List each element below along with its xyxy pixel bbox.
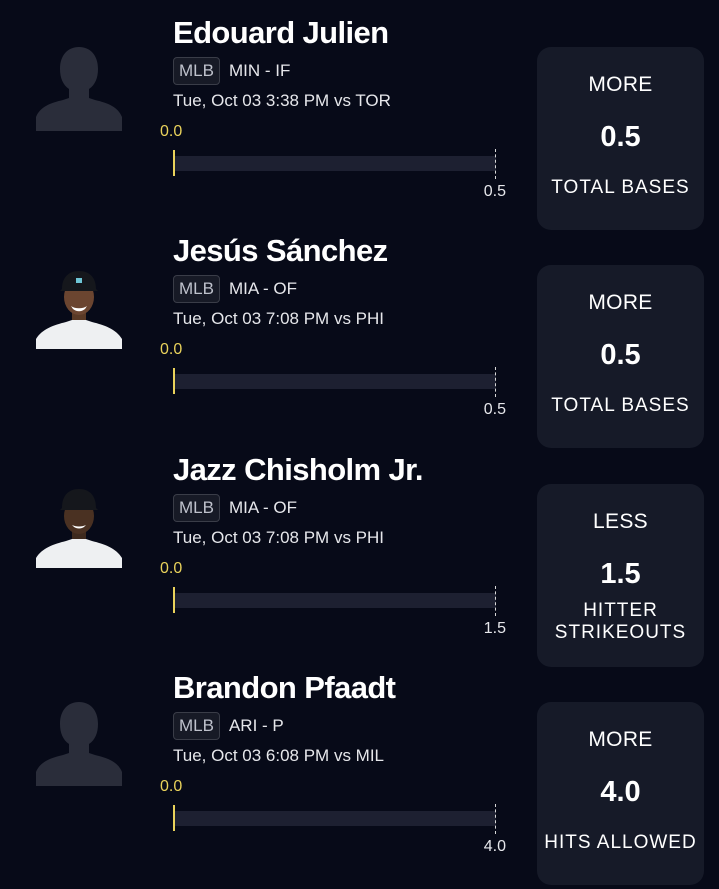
projection-card[interactable]: MORE 0.5 TOTAL BASES: [537, 47, 704, 230]
pick-row[interactable]: Edouard Julien MLB MIN - IF Tue, Oct 03 …: [0, 15, 719, 234]
pick-direction: MORE: [588, 291, 653, 314]
projection-line: 4.0: [600, 776, 641, 808]
league-badge: MLB: [173, 712, 220, 740]
progress-track: [173, 374, 496, 389]
line-threshold-label: 1.5: [483, 620, 506, 637]
line-threshold-marker: [495, 804, 496, 834]
current-stat-value: 0.0: [160, 778, 183, 795]
projection-line: 0.5: [600, 339, 641, 371]
progress-marker: [173, 587, 175, 613]
current-stat-value: 0.0: [160, 123, 183, 140]
player-silhouette-icon: [36, 45, 122, 131]
league-badge: MLB: [173, 57, 220, 85]
stat-type: TOTAL BASES: [537, 177, 704, 199]
stat-type-line1: HITTER: [583, 600, 658, 621]
stat-type: HITTER STRIKEOUTS: [537, 600, 704, 644]
team-position: MIA - OF: [228, 279, 297, 298]
projection-line: 1.5: [600, 558, 641, 590]
stat-type: TOTAL BASES: [537, 395, 704, 417]
pick-row[interactable]: Brandon Pfaadt MLB ARI - P Tue, Oct 03 6…: [0, 670, 719, 889]
player-meta: MLB MIN - IF: [173, 56, 290, 86]
line-threshold-marker: [495, 586, 496, 616]
pick-direction: MORE: [588, 73, 653, 96]
game-time: Tue, Oct 03 7:08 PM vs PHI: [173, 309, 385, 328]
progress-track: [173, 156, 496, 171]
game-time: Tue, Oct 03 6:08 PM vs MIL: [173, 746, 385, 765]
team-position: ARI - P: [228, 716, 284, 735]
projection-card[interactable]: LESS 1.5 HITTER STRIKEOUTS: [537, 484, 704, 667]
stat-type-line1: TOTAL BASES: [551, 395, 690, 416]
player-name: Edouard Julien: [173, 15, 389, 50]
player-name: Jazz Chisholm Jr.: [173, 452, 424, 487]
progress-marker: [173, 368, 175, 394]
projection-card[interactable]: MORE 4.0 HITS ALLOWED: [537, 702, 704, 885]
team-position: MIA - OF: [228, 498, 297, 517]
stat-type-line1: HITS ALLOWED: [544, 832, 697, 853]
pick-row[interactable]: Jazz Chisholm Jr. MLB MIA - OF Tue, Oct …: [0, 452, 719, 671]
player-meta: MLB MIA - OF: [173, 274, 297, 304]
line-threshold-label: 4.0: [483, 838, 506, 855]
progress-track: [173, 593, 496, 608]
projection-card[interactable]: MORE 0.5 TOTAL BASES: [537, 265, 704, 448]
stat-type-line2: STRIKEOUTS: [554, 622, 687, 643]
team-position: MIN - IF: [228, 61, 291, 80]
player-silhouette-icon: [36, 700, 122, 786]
stat-type: HITS ALLOWED: [537, 832, 704, 854]
line-threshold-marker: [495, 149, 496, 179]
player-meta: MLB MIA - OF: [173, 493, 297, 523]
league-badge: MLB: [173, 275, 220, 303]
game-time: Tue, Oct 03 7:08 PM vs PHI: [173, 528, 385, 547]
player-name: Brandon Pfaadt: [173, 670, 396, 705]
player-headshot-icon: [36, 482, 122, 568]
player-meta: MLB ARI - P: [173, 711, 284, 741]
progress-marker: [173, 150, 175, 176]
current-stat-value: 0.0: [160, 341, 183, 358]
line-threshold-label: 0.5: [483, 183, 506, 200]
stat-type-line1: TOTAL BASES: [551, 177, 690, 198]
game-time: Tue, Oct 03 3:38 PM vs TOR: [173, 91, 391, 110]
player-name: Jesús Sánchez: [173, 233, 388, 268]
progress-track: [173, 811, 496, 826]
line-threshold-marker: [495, 367, 496, 397]
projection-line: 0.5: [600, 121, 641, 153]
pick-row[interactable]: Jesús Sánchez MLB MIA - OF Tue, Oct 03 7…: [0, 233, 719, 452]
progress-marker: [173, 805, 175, 831]
pick-direction: MORE: [588, 728, 653, 751]
line-threshold-label: 0.5: [483, 401, 506, 418]
current-stat-value: 0.0: [160, 560, 183, 577]
player-headshot-icon: [36, 263, 122, 349]
pick-direction: LESS: [593, 510, 648, 533]
league-badge: MLB: [173, 494, 220, 522]
